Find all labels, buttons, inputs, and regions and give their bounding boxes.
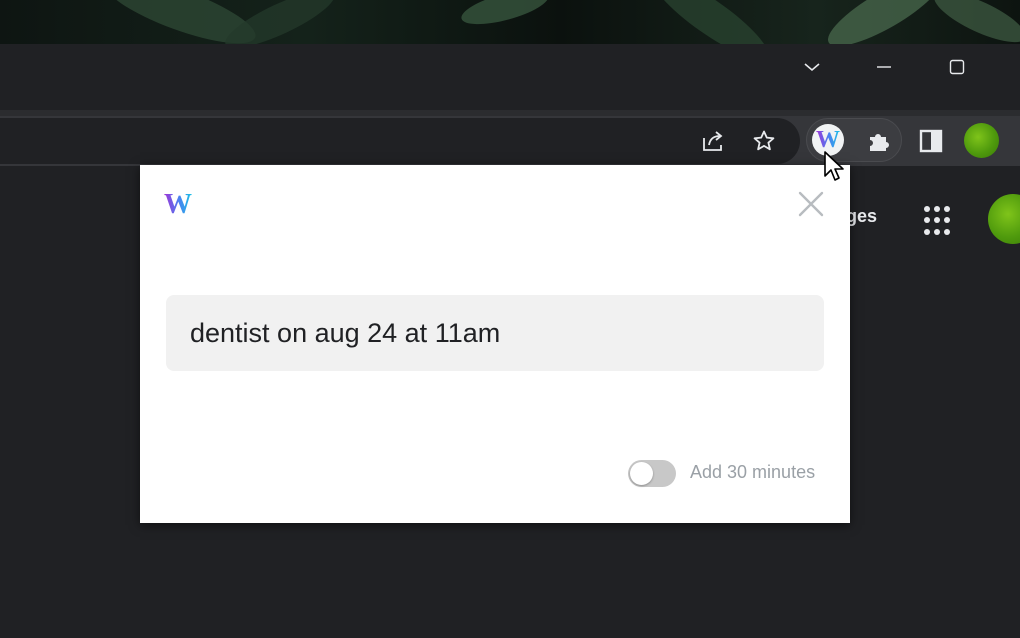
share-button[interactable] bbox=[697, 124, 731, 158]
popup-logo: W bbox=[164, 189, 192, 220]
extension-popup: W Add 30 minutes bbox=[140, 165, 850, 523]
share-icon bbox=[703, 131, 723, 151]
toggle-label: Add 30 minutes bbox=[690, 462, 816, 482]
puzzle-icon bbox=[870, 134, 889, 151]
side-panel-button[interactable] bbox=[914, 124, 948, 158]
add-30-minutes-toggle[interactable] bbox=[628, 460, 676, 487]
images-link[interactable]: ges bbox=[846, 206, 877, 227]
maximize-button[interactable] bbox=[935, 52, 979, 82]
event-input[interactable] bbox=[166, 295, 824, 371]
address-bar[interactable] bbox=[0, 118, 800, 164]
mouse-cursor-icon bbox=[824, 151, 844, 181]
toggle-knob bbox=[630, 462, 653, 485]
close-icon bbox=[798, 191, 824, 217]
tab-search-button[interactable] bbox=[790, 52, 834, 82]
close-button[interactable] bbox=[794, 187, 828, 221]
event-input-box bbox=[166, 295, 824, 371]
maximize-icon bbox=[949, 59, 965, 75]
side-panel-icon bbox=[919, 129, 943, 153]
bookmark-button[interactable] bbox=[747, 124, 781, 158]
minimize-icon bbox=[877, 66, 891, 68]
minimize-button[interactable] bbox=[862, 52, 906, 82]
star-icon bbox=[753, 130, 775, 151]
desktop-wallpaper bbox=[0, 0, 1020, 44]
extensions-button[interactable] bbox=[862, 124, 896, 158]
profile-avatar[interactable] bbox=[964, 123, 999, 158]
apps-grid-icon[interactable] bbox=[922, 204, 956, 238]
chevron-down-icon bbox=[804, 63, 820, 72]
